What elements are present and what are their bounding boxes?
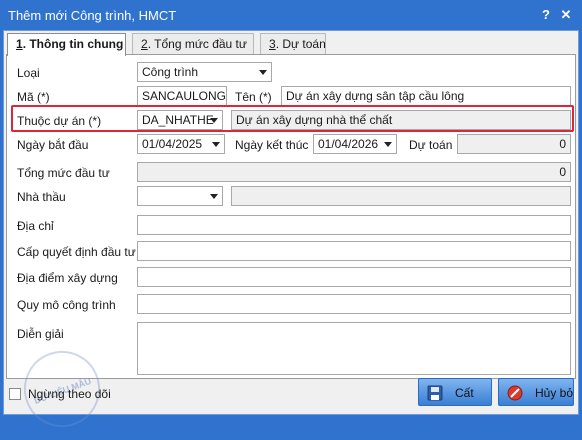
dialog-window: Thêm mới Công trình, HMCT ? ✕ 1. Thông t… <box>0 0 582 438</box>
ngay-ket-thuc-datepicker[interactable]: 01/04/2026 <box>313 134 397 154</box>
tab-key: 2 <box>141 37 148 51</box>
nha-thau-name-field <box>231 186 571 206</box>
cancel-button[interactable]: Hủy bỏ <box>498 378 574 406</box>
tab-key: 1 <box>16 37 23 51</box>
save-label: Cất <box>455 386 474 400</box>
checkbox-box[interactable] <box>9 388 21 400</box>
save-button[interactable]: Cất <box>418 378 492 406</box>
cap-quyet-dinh-input[interactable] <box>137 241 571 261</box>
dia-chi-input[interactable] <box>137 215 571 235</box>
loai-dropdown[interactable]: Công trình <box>137 62 272 82</box>
dialog-client: 1. Thông tin chung 2. Tổng mức đầu tư 3.… <box>3 30 579 438</box>
tong-muc-dau-tu-field: 0 <box>137 162 571 182</box>
cap-quyet-dinh-label: Cấp quyết định đầu tư <box>17 245 136 259</box>
tab-thong-tin-chung[interactable]: 1. Thông tin chung <box>7 33 126 56</box>
du-toan-field: 0 <box>457 134 571 154</box>
tab-label: . Tổng mức đầu tư <box>147 37 247 51</box>
window-title: Thêm mới Công trình, HMCT <box>8 8 177 23</box>
ngay-bat-dau-value: 01/04/2025 <box>142 137 203 151</box>
chevron-down-icon <box>210 118 218 123</box>
dia-diem-input[interactable] <box>137 267 571 287</box>
general-info-panel: Loại Công trình Mã (*) SANCAULONG Tên (*… <box>6 54 576 379</box>
ngay-ket-thuc-label: Ngày kết thúc <box>235 138 309 152</box>
dia-diem-label: Địa điểm xây dựng <box>17 271 118 285</box>
save-icon <box>427 385 443 401</box>
tab-label: . Dự toán <box>275 37 326 51</box>
thuoc-du-an-name: Dự án xây dựng nhà thể chất <box>236 113 393 127</box>
quy-mo-label: Quy mô công trình <box>17 298 116 312</box>
tong-muc-dau-tu-label: Tổng mức đầu tư <box>17 166 110 180</box>
dien-giai-textarea[interactable] <box>137 322 571 375</box>
nha-thau-label: Nhà thầu <box>17 190 66 204</box>
nha-thau-dropdown[interactable] <box>137 186 223 206</box>
chevron-down-icon <box>212 142 220 147</box>
cancel-icon <box>507 385 523 401</box>
chevron-down-icon <box>210 194 218 199</box>
thuoc-du-an-dropdown[interactable]: DA_NHATHE <box>137 110 223 130</box>
ten-input[interactable]: Dự án xây dựng sân tập cầu lông <box>281 86 571 106</box>
quy-mo-input[interactable] <box>137 294 571 314</box>
stop-tracking-label: Ngừng theo dõi <box>28 387 111 401</box>
title-bar: Thêm mới Công trình, HMCT ? ✕ <box>0 0 582 30</box>
tab-key: 3 <box>269 37 276 51</box>
thuoc-du-an-value: DA_NHATHE <box>142 113 214 127</box>
ten-value: Dự án xây dựng sân tập cầu lông <box>286 89 465 103</box>
tong-muc-dau-tu-value: 0 <box>559 165 566 179</box>
ngay-ket-thuc-value: 01/04/2026 <box>318 137 379 151</box>
loai-label: Loại <box>17 66 40 80</box>
chevron-down-icon <box>384 142 392 147</box>
ngay-bat-dau-datepicker[interactable]: 01/04/2025 <box>137 134 225 154</box>
tab-label: . Thông tin chung <box>22 37 124 51</box>
ma-label: Mã (*) <box>17 90 50 104</box>
tab-tong-muc-dau-tu[interactable]: 2. Tổng mức đầu tư <box>132 33 254 55</box>
ma-input[interactable]: SANCAULONG <box>137 86 227 106</box>
dia-chi-label: Địa chỉ <box>17 219 54 233</box>
dien-giai-label: Diễn giải <box>17 327 64 341</box>
ngay-bat-dau-label: Ngày bắt đầu <box>17 138 89 152</box>
cancel-label: Hủy bỏ <box>535 386 574 400</box>
du-toan-label: Dự toán <box>409 138 453 152</box>
thuoc-du-an-name-field: Dự án xây dựng nhà thể chất <box>231 110 571 130</box>
thuoc-du-an-label: Thuộc dự án (*) <box>17 114 102 128</box>
loai-value: Công trình <box>142 65 199 79</box>
chevron-down-icon <box>259 70 267 75</box>
close-button[interactable]: ✕ <box>557 5 575 25</box>
du-toan-value: 0 <box>559 137 566 151</box>
ten-label: Tên (*) <box>235 90 272 104</box>
help-button[interactable]: ? <box>537 5 555 25</box>
tab-du-toan[interactable]: 3. Dự toán <box>260 33 326 55</box>
ma-value: SANCAULONG <box>142 89 227 103</box>
